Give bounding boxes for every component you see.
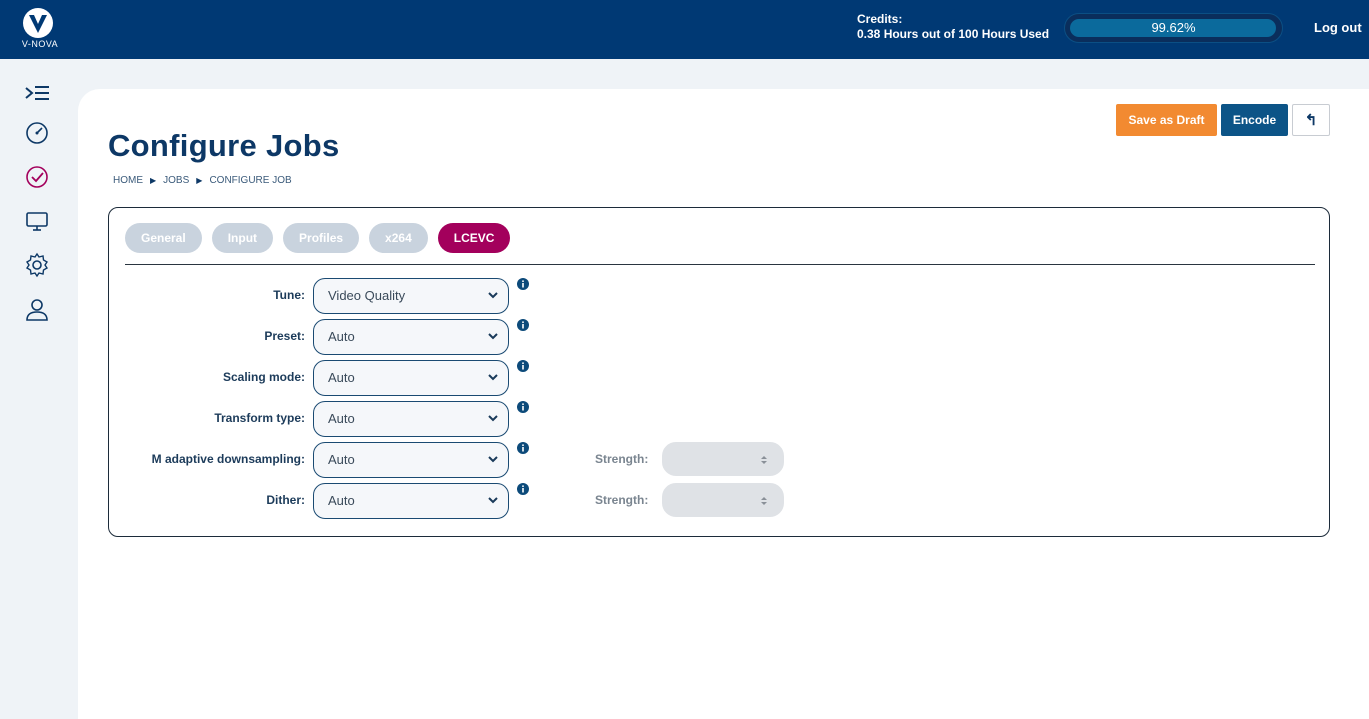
monitor-icon[interactable]: [24, 208, 50, 234]
jobs-check-icon[interactable]: [24, 164, 50, 190]
strength-label: Strength:: [595, 452, 649, 466]
field-label: Dither:: [266, 493, 305, 507]
breadcrumb-separator-icon: ▶: [150, 176, 157, 185]
transform-type-select[interactable]: Auto: [313, 401, 509, 437]
info-icon[interactable]: [517, 401, 529, 413]
field-row-transform-type: Transform type: Auto: [109, 401, 909, 437]
logout-link[interactable]: Log out: [1314, 20, 1362, 35]
field-row-tune: Tune: Video Quality: [109, 278, 909, 314]
m-adaptive-downsampling-select[interactable]: Auto: [313, 442, 509, 478]
info-icon[interactable]: [517, 442, 529, 454]
tab-x264[interactable]: x264: [369, 223, 428, 253]
save-as-draft-button[interactable]: Save as Draft: [1116, 104, 1217, 136]
preset-select[interactable]: Auto: [313, 319, 509, 355]
chevron-down-icon: [488, 333, 498, 340]
field-row-m-adaptive-downsampling: M adaptive downsampling: Auto Strength:: [109, 442, 909, 478]
chevron-down-icon: [488, 292, 498, 299]
menu-toggle-icon[interactable]: [24, 82, 50, 108]
info-icon[interactable]: [517, 278, 529, 290]
credits-detail: 0.38 Hours out of 100 Hours Used: [857, 27, 1050, 41]
top-bar: V-NOVA Credits: 0.38 Hours out of 100 Ho…: [0, 0, 1369, 59]
spinner-arrows-icon[interactable]: [759, 454, 769, 466]
credits-label: Credits:: [857, 12, 903, 26]
credits-info: Credits: 0.38 Hours out of 100 Hours Use…: [857, 12, 1049, 42]
field-row-scaling-mode: Scaling mode: Auto: [109, 360, 909, 396]
tab-general[interactable]: General: [125, 223, 202, 253]
info-icon[interactable]: [517, 360, 529, 372]
field-label: Tune:: [273, 288, 305, 302]
settings-gear-icon[interactable]: [24, 252, 50, 278]
scaling-mode-select[interactable]: Auto: [313, 360, 509, 396]
sidebar: [0, 59, 78, 719]
dither-select[interactable]: Auto: [313, 483, 509, 519]
field-row-dither: Dither: Auto Strength:: [109, 483, 909, 519]
m-adaptive-strength-input[interactable]: [662, 442, 784, 476]
chevron-down-icon: [488, 456, 498, 463]
back-arrow-icon: ↰: [1304, 112, 1318, 129]
chevron-down-icon: [488, 497, 498, 504]
select-value: Video Quality: [328, 288, 406, 303]
encode-button[interactable]: Encode: [1221, 104, 1288, 136]
select-value: Auto: [328, 329, 355, 344]
spinner-arrows-icon[interactable]: [759, 495, 769, 507]
info-icon[interactable]: [517, 319, 529, 331]
select-value: Auto: [328, 411, 355, 426]
breadcrumb: HOME ▶ JOBS ▶ CONFIGURE JOB: [113, 175, 292, 186]
page-title: Configure Jobs: [108, 128, 340, 163]
breadcrumb-configure-job: CONFIGURE JOB: [209, 175, 292, 186]
breadcrumb-separator-icon: ▶: [196, 176, 203, 185]
tab-bar: General Input Profiles x264 LCEVC: [125, 223, 511, 253]
credits-progress-bar: 99.62%: [1064, 13, 1283, 43]
info-icon[interactable]: [517, 483, 529, 495]
tab-input[interactable]: Input: [211, 223, 274, 253]
back-button[interactable]: ↰: [1292, 104, 1330, 136]
select-value: Auto: [328, 493, 355, 508]
tune-select[interactable]: Video Quality: [313, 278, 509, 314]
field-label: M adaptive downsampling:: [151, 452, 305, 466]
tab-divider: [125, 264, 1315, 265]
user-profile-icon[interactable]: [24, 296, 50, 322]
select-value: Auto: [328, 370, 355, 385]
breadcrumb-home[interactable]: HOME: [113, 175, 143, 186]
field-label: Preset:: [264, 329, 305, 343]
config-panel: General Input Profiles x264 LCEVC Tune: …: [108, 207, 1330, 537]
tab-profiles[interactable]: Profiles: [283, 223, 360, 253]
chevron-down-icon: [488, 415, 498, 422]
select-value: Auto: [328, 452, 355, 467]
field-label: Transform type:: [214, 411, 305, 425]
breadcrumb-jobs[interactable]: JOBS: [163, 175, 189, 186]
logo-text: V-NOVA: [21, 39, 59, 49]
strength-label: Strength:: [595, 493, 649, 507]
field-label: Scaling mode:: [222, 370, 305, 384]
dither-strength-input[interactable]: [662, 483, 784, 517]
field-row-preset: Preset: Auto: [109, 319, 909, 355]
progress-text: 99.62%: [1151, 20, 1196, 35]
chevron-down-icon: [488, 374, 498, 381]
dashboard-gauge-icon[interactable]: [24, 120, 50, 146]
tab-lcevc[interactable]: LCEVC: [437, 223, 511, 253]
